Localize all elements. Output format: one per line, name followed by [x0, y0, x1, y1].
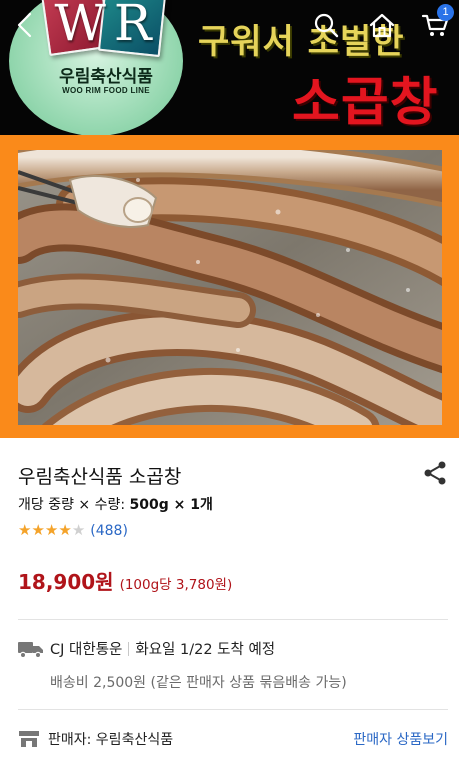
- separator: [128, 641, 130, 656]
- product-photo: [18, 150, 442, 425]
- review-count-link[interactable]: (488): [90, 523, 128, 539]
- cart-button[interactable]: 1: [418, 4, 454, 42]
- search-icon: [314, 13, 339, 38]
- share-button[interactable]: [422, 460, 448, 486]
- share-icon: [424, 461, 446, 485]
- spec-value: 500g × 1개: [129, 497, 213, 513]
- chevron-left-icon: [17, 12, 32, 38]
- star-icon: ★: [58, 521, 72, 539]
- cart-count-badge: 1: [437, 4, 454, 21]
- search-button[interactable]: [309, 8, 343, 42]
- product-rating[interactable]: ★ ★ ★ ★ ★ (488): [18, 522, 128, 539]
- star-icon: ★: [44, 521, 59, 539]
- price-row: 18,900원 (100g당 3,780원): [18, 566, 232, 595]
- logo-letters: WR: [54, 0, 160, 52]
- seller-name: 판매자: 우림축산식품: [48, 732, 174, 748]
- store-icon: [19, 731, 39, 747]
- truck-icon: [18, 641, 43, 658]
- carrier-name: CJ 대한통운: [50, 642, 123, 658]
- shipping-fee: 배송비 2,500원 (같은 판매자 상품 묶음배송 가능): [50, 675, 347, 691]
- divider: [18, 619, 448, 620]
- grilled-tripe-illustration: [18, 150, 442, 425]
- back-button[interactable]: [8, 8, 42, 42]
- home-button[interactable]: [365, 8, 399, 42]
- star-rating: ★ ★ ★ ★ ★: [18, 522, 85, 539]
- unit-price: (100g당 3,780원): [119, 577, 233, 593]
- divider: [18, 709, 448, 710]
- star-icon: ★: [31, 521, 45, 539]
- delivery-info: CJ 대한통운 화요일 1/22 도착 예정: [18, 638, 275, 659]
- logo-english-name: WOO RIM FOOD LINE: [62, 86, 150, 95]
- home-icon: [369, 13, 395, 38]
- star-empty-icon: ★: [71, 521, 86, 539]
- logo-korean-name: 우림축산식품: [59, 67, 153, 87]
- product-spec: 개당 중량 × 수량: 500g × 1개: [18, 494, 213, 514]
- seller-products-link[interactable]: 판매자 상품보기: [353, 729, 448, 749]
- hero-headline: 소곱창: [292, 73, 439, 133]
- product-hero-image[interactable]: WR 우림축산식품 WOO RIM FOOD LINE 구워서 초벌한 소곱창: [0, 0, 459, 438]
- arrival-date: 화요일 1/22 도착 예정: [135, 642, 276, 658]
- star-icon: ★: [18, 521, 32, 539]
- seller-info: 판매자: 우림축산식품: [18, 729, 173, 749]
- price: 18,900원: [18, 570, 114, 594]
- product-title: 우림축산식품 소곱창: [18, 466, 182, 488]
- spec-label: 개당 중량 × 수량:: [18, 497, 130, 513]
